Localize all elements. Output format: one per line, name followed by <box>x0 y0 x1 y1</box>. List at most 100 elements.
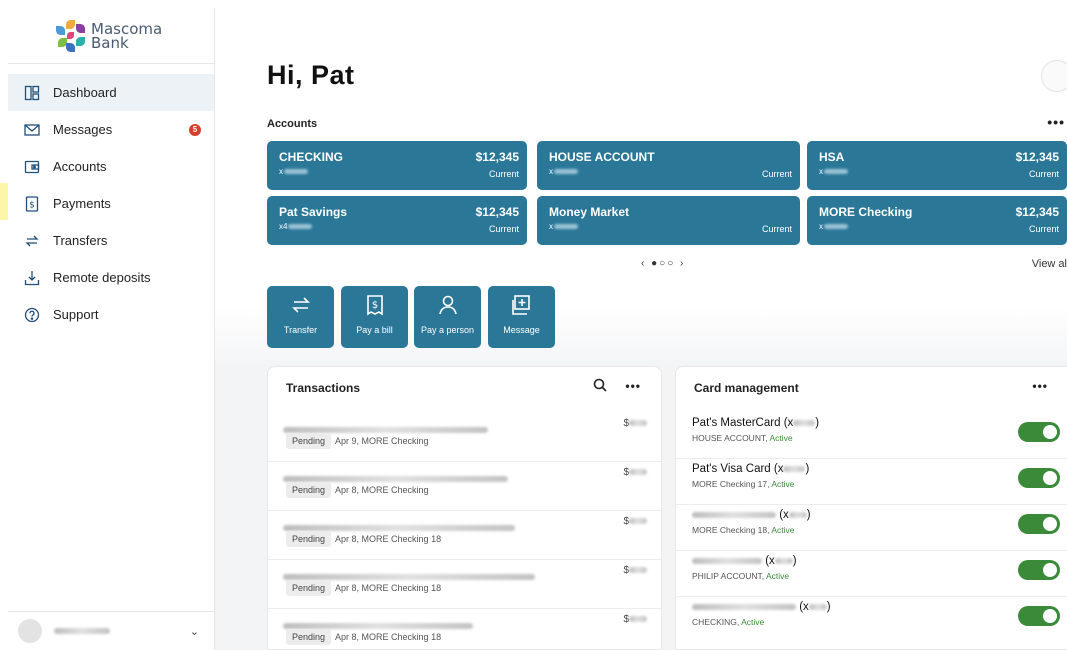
card-enabled-toggle[interactable] <box>1018 606 1060 626</box>
card-status: Active <box>769 433 793 443</box>
account-card-more-checking[interactable]: MORE Checking $12,345 x Current <box>807 196 1067 245</box>
transaction-row[interactable]: Pending Apr 8, MORE Checking 18 $ <box>268 609 661 650</box>
message-button[interactable]: Message <box>488 286 555 348</box>
card-number-redacted <box>808 603 827 610</box>
transaction-row[interactable]: Pending Apr 8, MORE Checking $ <box>268 462 661 511</box>
person-icon <box>414 294 481 320</box>
card-account-name: MORE Checking 18, <box>692 525 772 535</box>
account-number-redacted <box>288 224 313 230</box>
account-number: x <box>549 167 578 176</box>
unread-badge: 5 <box>189 123 201 136</box>
card-number-prefix: (x <box>783 417 794 429</box>
sidebar-item-dashboard[interactable]: Dashboard <box>8 74 214 111</box>
card-number-redacted <box>774 557 793 564</box>
sidebar-item-transfers[interactable]: Transfers <box>8 222 214 259</box>
card-account: MORE Checking 17, Active <box>692 479 795 489</box>
svg-text:$: $ <box>29 200 35 210</box>
page-title: Hi, Pat <box>267 60 355 90</box>
user-menu[interactable]: ⌄ <box>8 611 215 650</box>
transfer-button[interactable]: Transfer <box>267 286 334 348</box>
sidebar: Mascoma Bank Dashboard Messages 5 Accoun… <box>8 8 215 650</box>
transaction-description-redacted <box>283 616 473 629</box>
pending-tag: Pending <box>286 433 332 449</box>
account-status: Current <box>488 169 519 179</box>
card-enabled-toggle[interactable] <box>1018 468 1060 488</box>
card-enabled-toggle[interactable] <box>1018 514 1060 534</box>
account-number: x <box>549 222 578 231</box>
sidebar-item-label: Dashboard <box>53 85 117 100</box>
card-name: Pat's Visa Card (x) <box>692 463 809 475</box>
account-name: Money Market <box>549 205 630 219</box>
bank-logo[interactable]: Mascoma Bank <box>8 8 214 64</box>
profile-button[interactable] <box>1041 60 1067 92</box>
account-card-hsa[interactable]: HSA $12,345 x Current <box>807 141 1067 190</box>
account-card-money-market[interactable]: Money Market x Current <box>537 196 800 245</box>
cards-more-icon[interactable]: ••• <box>1032 379 1048 393</box>
transaction-amount: $ <box>623 418 647 429</box>
card-account-name: PHILIP ACCOUNT, <box>692 571 767 581</box>
card-name: Pat's MasterCard (x) <box>692 417 819 429</box>
accounts-pager[interactable]: ‹ ●○○ › <box>641 258 685 269</box>
transaction-meta: Pending Apr 8, MORE Checking 18 <box>286 629 441 645</box>
quick-action-label: Message <box>503 325 540 335</box>
message-icon <box>488 294 555 320</box>
transaction-description-redacted <box>283 518 515 531</box>
account-number-prefix: x <box>549 222 553 231</box>
transaction-row[interactable]: Pending Apr 9, MORE Checking $ <box>268 413 661 462</box>
dollar-bill-icon: $ <box>24 195 40 212</box>
help-icon <box>24 307 40 323</box>
bank-name-line2: Bank <box>91 33 129 52</box>
avatar <box>18 619 42 643</box>
card-enabled-toggle[interactable] <box>1018 560 1060 580</box>
card-number-redacted <box>783 465 806 472</box>
view-all-link[interactable]: View al <box>1032 258 1067 270</box>
transaction-amount: $ <box>623 516 647 527</box>
account-balance: $12,345 <box>475 205 519 219</box>
pay-bill-button[interactable]: $ Pay a bill <box>341 286 408 348</box>
card-row: Pat's MasterCard (x) HOUSE ACCOUNT, Acti… <box>676 413 1067 459</box>
amount-redacted <box>629 469 647 476</box>
sidebar-item-support[interactable]: Support <box>8 296 214 333</box>
account-number-prefix: x <box>549 167 553 176</box>
account-number-redacted <box>824 224 848 230</box>
pay-person-button[interactable]: Pay a person <box>414 286 481 348</box>
card-title: Pat's Visa Card <box>692 463 771 475</box>
transaction-description-redacted <box>283 469 508 482</box>
card-number-prefix: (x <box>779 509 789 521</box>
svg-text:$: $ <box>371 300 377 311</box>
card-management-heading: Card management <box>694 381 799 395</box>
card-name: (x) <box>692 601 831 613</box>
account-card-savings[interactable]: Pat Savings $12,345 x4 Current <box>267 196 527 245</box>
envelope-icon <box>24 122 40 138</box>
sidebar-item-payments[interactable]: $ Payments <box>8 185 214 222</box>
account-number-prefix: x <box>819 222 823 231</box>
account-status: Current <box>488 224 519 234</box>
sidebar-item-accounts[interactable]: Accounts <box>8 148 214 185</box>
amount-redacted <box>629 420 647 427</box>
transactions-more-icon[interactable]: ••• <box>625 379 641 393</box>
account-card-house[interactable]: HOUSE ACCOUNT x Current <box>537 141 800 190</box>
dashboard-icon <box>24 85 40 101</box>
sidebar-item-label: Accounts <box>53 159 107 174</box>
pending-tag: Pending <box>286 531 332 547</box>
card-number-suffix: ) <box>826 601 831 613</box>
card-status: Active <box>741 617 765 627</box>
accounts-heading: Accounts <box>267 118 318 130</box>
account-balance: $12,345 <box>475 150 519 164</box>
account-number-redacted <box>554 169 578 175</box>
quick-action-label: Pay a person <box>420 325 475 335</box>
accounts-more-icon[interactable]: ••• <box>1047 114 1065 130</box>
transaction-row[interactable]: Pending Apr 8, MORE Checking 18 $ <box>268 560 661 609</box>
sidebar-item-messages[interactable]: Messages 5 <box>8 111 214 148</box>
sidebar-item-remote-deposits[interactable]: Remote deposits <box>8 259 214 296</box>
account-balance: $12,345 <box>1015 150 1059 164</box>
account-number: x <box>819 167 848 176</box>
card-account-name: HOUSE ACCOUNT, <box>692 433 770 443</box>
account-card-checking[interactable]: CHECKING $12,345 x Current <box>267 141 527 190</box>
account-status: Current <box>1028 169 1059 179</box>
card-status: Active <box>771 525 795 535</box>
account-status: Current <box>1028 224 1059 234</box>
transaction-row[interactable]: Pending Apr 8, MORE Checking 18 $ <box>268 511 661 560</box>
card-enabled-toggle[interactable] <box>1018 422 1060 442</box>
search-icon[interactable] <box>593 378 607 396</box>
